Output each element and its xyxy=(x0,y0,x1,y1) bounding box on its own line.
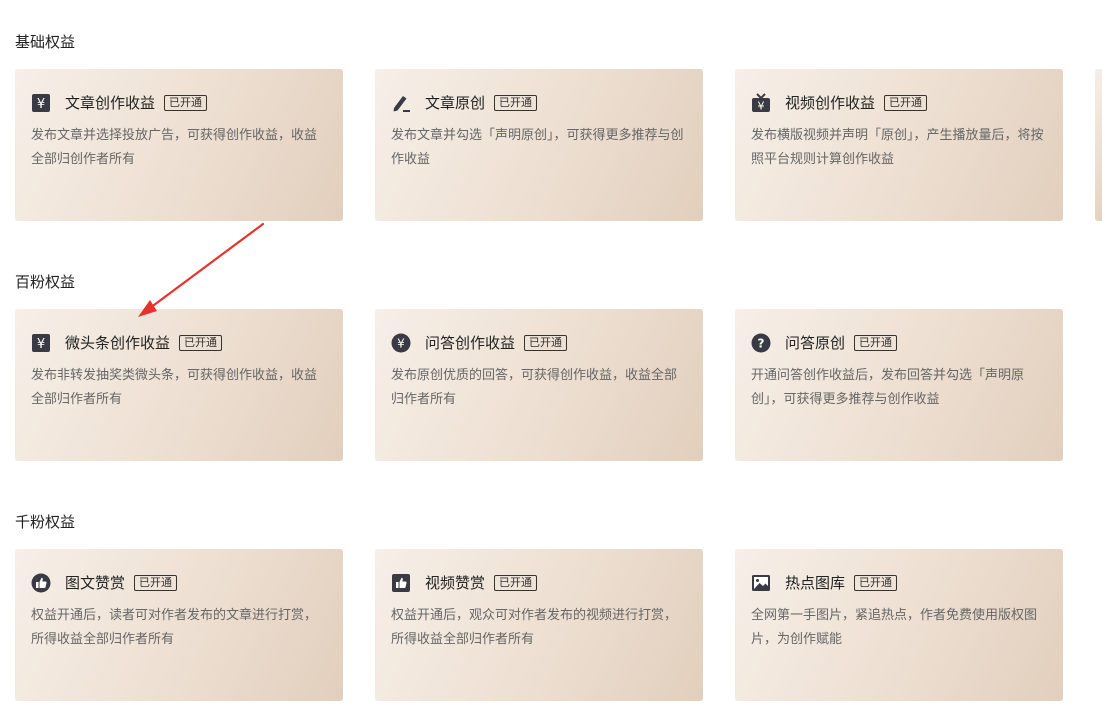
card-article-reward[interactable]: 图文赞赏 已开通 权益开通后，读者可对作者发布的文章进行打赏，所得收益全部归作者… xyxy=(15,549,343,701)
pen-icon xyxy=(391,93,411,113)
card-article-income[interactable]: ¥ 文章创作收益 已开通 发布文章并选择投放广告，可获得创作收益，收益全部归创作… xyxy=(15,69,343,221)
card-description: 开通问答创作收益后，发布回答并勾选「声明原创」，可获得更多推荐与创作收益 xyxy=(751,368,1025,407)
card-title: 图文赞赏 xyxy=(65,574,126,592)
card-title: 微头条创作收益 xyxy=(65,334,171,352)
card-description: 发布文章并选择投放广告，可获得创作收益，收益全部归创作者所有 xyxy=(31,128,318,167)
svg-text:¥: ¥ xyxy=(37,337,45,352)
card-description: 权益开通后，观众可对作者发布的视频进行打赏，所得收益全部归作者所有 xyxy=(391,608,678,647)
yen-square-icon: ¥ xyxy=(31,93,51,113)
card-hot-gallery[interactable]: 热点图库 已开通 全网第一手图片，紧追热点，作者免费使用版权图片，为创作赋能 xyxy=(735,549,1063,701)
card-micro-headline-income[interactable]: ¥ 微头条创作收益 已开通 发布非转发抽奖类微头条，可获得创作收益，收益全部归作… xyxy=(15,309,343,461)
section-title-basic: 基础权益 xyxy=(15,33,76,51)
card-title: 热点图库 xyxy=(785,574,846,592)
section-title-hundred-fans: 百粉权益 xyxy=(15,273,76,291)
status-badge: 已开通 xyxy=(854,335,898,351)
status-badge: 已开通 xyxy=(524,335,568,351)
card-title: 问答原创 xyxy=(785,334,846,352)
card-title: 文章创作收益 xyxy=(65,94,156,112)
yen-circle-icon: ¥ xyxy=(391,333,411,353)
status-badge: 已开通 xyxy=(884,95,928,111)
card-video-income[interactable]: ¥ 视频创作收益 已开通 发布横版视频并声明「原创」，产生播放量后，将按照平台规… xyxy=(735,69,1063,221)
status-badge: 已开通 xyxy=(134,575,178,591)
card-video-reward[interactable]: 视频赞赏 已开通 权益开通后，观众可对作者发布的视频进行打赏，所得收益全部归作者… xyxy=(375,549,703,701)
yen-square-icon: ¥ xyxy=(31,333,51,353)
card-title: 文章原创 xyxy=(425,94,486,112)
svg-text:?: ? xyxy=(758,337,765,351)
svg-text:¥: ¥ xyxy=(397,337,405,351)
card-description: 发布原创优质的回答，可获得创作收益，收益全部归作者所有 xyxy=(391,368,678,407)
card-description: 权益开通后，读者可对作者发布的文章进行打赏，所得收益全部归作者所有 xyxy=(31,608,318,647)
picture-icon xyxy=(751,573,771,593)
status-badge: 已开通 xyxy=(179,335,223,351)
card-title: 问答创作收益 xyxy=(425,334,516,352)
svg-text:¥: ¥ xyxy=(758,100,765,113)
card-qa-income[interactable]: ¥ 问答创作收益 已开通 发布原创优质的回答，可获得创作收益，收益全部归作者所有 xyxy=(375,309,703,461)
card-title: 视频创作收益 xyxy=(785,94,876,112)
card-article-original[interactable]: 文章原创 已开通 发布文章并勾选「声明原创」，可获得更多推荐与创作收益 xyxy=(375,69,703,221)
card-partial[interactable] xyxy=(1095,69,1102,221)
thumbs-up-square-icon xyxy=(391,573,411,593)
svg-text:¥: ¥ xyxy=(37,97,45,112)
question-circle-icon: ? xyxy=(751,333,771,353)
card-description: 全网第一手图片，紧追热点，作者免费使用版权图片，为创作赋能 xyxy=(751,608,1038,647)
thumbs-up-circle-icon xyxy=(31,573,51,593)
card-description: 发布横版视频并声明「原创」，产生播放量后，将按照平台规则计算创作收益 xyxy=(751,128,1044,167)
tv-yen-icon: ¥ xyxy=(751,93,771,113)
status-badge: 已开通 xyxy=(164,95,208,111)
section-title-thousand-fans: 千粉权益 xyxy=(15,513,76,531)
page: 基础权益 ¥ 文章创作收益 已开通 发布文章并选择投放广告，可获得创作收益，收益… xyxy=(0,0,1102,711)
card-description: 发布文章并勾选「声明原创」，可获得更多推荐与创作收益 xyxy=(391,128,684,167)
card-description: 发布非转发抽奖类微头条，可获得创作收益，收益全部归作者所有 xyxy=(31,368,318,407)
card-qa-original[interactable]: ? 问答原创 已开通 开通问答创作收益后，发布回答并勾选「声明原创」，可获得更多… xyxy=(735,309,1063,461)
status-badge: 已开通 xyxy=(494,95,538,111)
status-badge: 已开通 xyxy=(494,575,538,591)
status-badge: 已开通 xyxy=(854,575,898,591)
card-title: 视频赞赏 xyxy=(425,574,486,592)
